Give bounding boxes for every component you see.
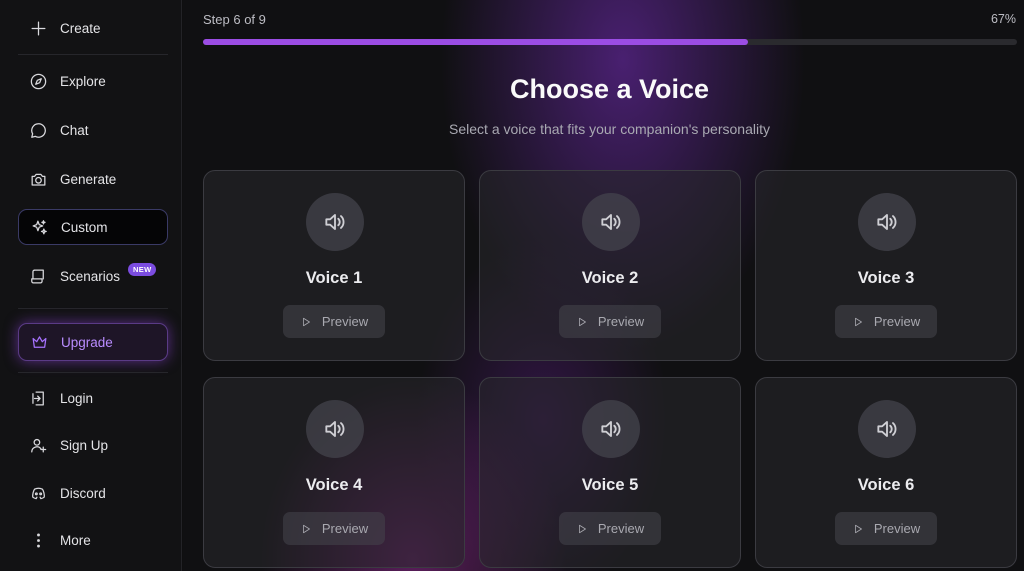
step-indicator: Step 6 of 9: [203, 12, 266, 27]
sidebar-item-label: More: [60, 532, 91, 548]
page-title: Choose a Voice: [509, 74, 710, 104]
sidebar-item-label: Sign Up: [60, 437, 109, 453]
preview-label: Preview: [873, 314, 921, 329]
sidebar-item-custom[interactable]: Custom: [18, 209, 168, 245]
voice-name: Voice 3: [857, 269, 915, 287]
sidebar-item-chat[interactable]: Chat: [18, 112, 168, 148]
voice-name: Voice 4: [305, 476, 363, 494]
play-icon: [578, 524, 586, 533]
sidebar-item-label: Discord: [60, 485, 106, 501]
voice-card[interactable]: Voice 4 Preview: [203, 377, 465, 568]
sidebar-item-label: Generate: [60, 171, 117, 187]
voice-card[interactable]: Voice 1 Preview: [203, 170, 465, 361]
sidebar: Create Explore Chat Generate Custom Scen…: [0, 0, 182, 571]
speaker-icon: [306, 400, 364, 458]
chat-bubble-icon: [28, 120, 48, 140]
sidebar-item-login[interactable]: Login: [18, 380, 168, 416]
preview-label: Preview: [321, 314, 369, 329]
voice-name: Voice 1: [305, 269, 363, 287]
preview-button[interactable]: Preview: [835, 512, 937, 545]
sidebar-divider: [18, 308, 168, 309]
voice-name: Voice 2: [581, 269, 639, 287]
plus-icon: [28, 18, 48, 38]
discord-icon: [28, 483, 48, 503]
crown-icon: [29, 332, 49, 352]
camera-icon: [28, 169, 48, 189]
compass-icon: [28, 71, 48, 91]
main-content: Step 6 of 9 67% Choose a Voice Select a …: [183, 0, 1024, 571]
play-icon: [578, 317, 586, 326]
sidebar-item-label: Explore: [60, 73, 106, 89]
speaker-icon: [582, 193, 640, 251]
sidebar-item-label: Custom: [61, 219, 108, 235]
preview-button[interactable]: Preview: [283, 305, 385, 338]
preview-button[interactable]: Preview: [283, 512, 385, 545]
sidebar-item-label: Chat: [60, 122, 89, 138]
sparkles-icon: [29, 217, 49, 237]
preview-button[interactable]: Preview: [559, 305, 661, 338]
scroll-icon: [28, 266, 48, 286]
play-icon: [302, 524, 310, 533]
preview-button[interactable]: Preview: [835, 305, 937, 338]
voice-card[interactable]: Voice 5 Preview: [479, 377, 741, 568]
play-icon: [302, 317, 310, 326]
sidebar-item-explore[interactable]: Explore: [18, 63, 168, 99]
user-plus-icon: [28, 435, 48, 455]
more-vertical-icon: [28, 530, 48, 550]
sidebar-item-generate[interactable]: Generate: [18, 161, 168, 197]
sidebar-item-label: Upgrade: [61, 334, 113, 350]
voice-card[interactable]: Voice 2 Preview: [479, 170, 741, 361]
play-icon: [854, 317, 862, 326]
sidebar-divider: [18, 54, 168, 55]
speaker-icon: [858, 400, 916, 458]
new-badge: NEW: [128, 262, 157, 276]
sidebar-item-signup[interactable]: Sign Up: [18, 427, 168, 463]
play-icon: [854, 524, 862, 533]
preview-label: Preview: [321, 521, 369, 536]
progress-bar-fill: [203, 39, 749, 45]
progress-bar: [203, 39, 1017, 45]
progress-percent: 67%: [990, 12, 1016, 26]
sidebar-item-label: Create: [60, 20, 101, 36]
voice-card[interactable]: Voice 3 Preview: [755, 170, 1017, 361]
preview-label: Preview: [873, 521, 921, 536]
preview-label: Preview: [597, 314, 645, 329]
sidebar-divider: [18, 372, 168, 373]
page-subtitle: Select a voice that fits your companion'…: [449, 121, 770, 137]
sidebar-item-label: Scenarios: [60, 268, 121, 284]
sidebar-item-more[interactable]: More: [18, 522, 168, 558]
sidebar-item-discord[interactable]: Discord: [18, 475, 168, 511]
sidebar-item-create[interactable]: Create: [18, 10, 168, 46]
voice-name: Voice 6: [857, 476, 915, 494]
login-icon: [28, 388, 48, 408]
sidebar-item-label: Login: [60, 390, 94, 406]
voice-card[interactable]: Voice 6 Preview: [755, 377, 1017, 568]
speaker-icon: [858, 193, 916, 251]
preview-label: Preview: [597, 521, 645, 536]
speaker-icon: [306, 193, 364, 251]
sidebar-item-upgrade[interactable]: Upgrade: [18, 323, 168, 361]
sidebar-item-scenarios[interactable]: Scenarios NEW: [18, 258, 168, 294]
preview-button[interactable]: Preview: [559, 512, 661, 545]
speaker-icon: [582, 400, 640, 458]
voice-name: Voice 5: [581, 476, 639, 494]
